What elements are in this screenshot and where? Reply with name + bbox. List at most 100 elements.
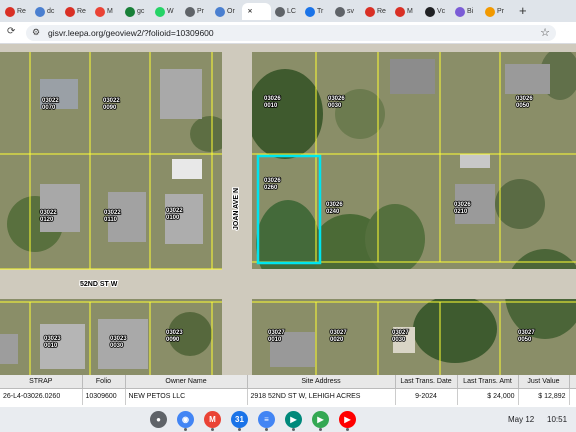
calendar-icon[interactable]: 31 xyxy=(231,411,248,428)
column-header[interactable]: Last Trans. Amt xyxy=(457,375,519,389)
new-tab-button[interactable]: + xyxy=(519,3,527,18)
column-header[interactable]: Last Trans. Date xyxy=(395,375,458,389)
globe-icon xyxy=(455,6,465,17)
tab-label: M xyxy=(407,8,413,15)
column-header[interactable]: Just Value xyxy=(518,375,570,389)
parcel-label: 03027 xyxy=(518,330,535,336)
whatsapp-icon xyxy=(155,6,165,17)
column-header[interactable]: Site Address xyxy=(247,375,396,389)
browser-tab[interactable]: Pr xyxy=(182,3,211,20)
table-cell: 10309600 xyxy=(82,388,126,405)
map-canvas[interactable]: JOAN AVE N 52ND ST W 0302200700302200900… xyxy=(0,44,576,375)
tab-label: Re xyxy=(17,8,26,15)
site-info-icon[interactable]: ⚙ xyxy=(32,27,40,38)
parcel-label: 03026 xyxy=(328,96,345,102)
browser-tab[interactable]: Re xyxy=(2,3,31,20)
attribute-table: STRAP Folio Owner Name Site Address Last Tra… xyxy=(0,375,576,407)
star-icon[interactable]: ☆ xyxy=(540,26,550,39)
browser-tab[interactable]: Tr xyxy=(302,3,331,20)
parcel-label: 0070 xyxy=(42,105,56,111)
document-icon xyxy=(305,6,315,17)
browser-tab[interactable]: Bi xyxy=(452,3,481,20)
parcel-label: 0260 xyxy=(264,185,278,191)
browser-tab[interactable]: Re xyxy=(362,3,391,20)
reload-icon[interactable]: ⟳ xyxy=(7,26,15,37)
tab-label: Bi xyxy=(467,8,474,15)
tab-label: sv xyxy=(347,8,354,15)
browser-toolbar: ⟳ ⚙ gisvr.leepa.org/geoview2/?folioid=10… xyxy=(0,22,576,44)
tab-label: W xyxy=(167,8,174,15)
parcel-label: 03026 xyxy=(264,96,281,102)
running-indicator xyxy=(292,428,295,431)
browser-tab[interactable]: Vc xyxy=(422,3,451,20)
launcher-icon[interactable]: ● xyxy=(150,411,167,428)
globe-icon xyxy=(35,6,45,17)
parcel-label: 0030 xyxy=(392,337,406,343)
browser-tab[interactable]: M xyxy=(392,3,421,20)
tab-label: gc xyxy=(137,8,145,15)
chrome-icon[interactable]: ◉ xyxy=(177,411,194,428)
play-store-icon[interactable]: ▶ xyxy=(312,411,329,428)
running-indicator xyxy=(238,428,241,431)
tab-label: Or xyxy=(227,8,235,15)
browser-tab[interactable]: ✕ xyxy=(242,3,271,20)
parcel-label: 03023 xyxy=(166,330,183,336)
url-text[interactable]: gisvr.leepa.org/geoview2/?folioid=103096… xyxy=(48,28,214,38)
youtube-icon[interactable]: ▶ xyxy=(339,411,356,428)
column-header[interactable]: Owner Name xyxy=(125,375,248,389)
parcel-label: 03026 xyxy=(454,202,471,208)
realtor-icon xyxy=(65,6,75,17)
close-icon: ✕ xyxy=(247,9,253,15)
docs-icon[interactable]: ≡ xyxy=(258,411,275,428)
table-cell: 9-2024 xyxy=(395,388,458,405)
browser-tab[interactable]: Pr xyxy=(482,3,511,20)
table-row[interactable]: 26-L4-03026.0260 10309600 NEW PETOS LLC 291… xyxy=(0,388,576,405)
globe-icon xyxy=(425,6,435,17)
parcel-label: 03027 xyxy=(392,330,409,336)
browser-tab[interactable]: W xyxy=(152,3,181,20)
parcel-label: 03022 xyxy=(104,210,121,216)
parcel-label: 0050 xyxy=(516,103,530,109)
date-text[interactable]: May 12 xyxy=(508,415,534,424)
parcel-label: 03026 xyxy=(326,202,343,208)
parcel-label: 03023 xyxy=(44,336,61,342)
table-cell: $ 24,000 xyxy=(457,388,519,405)
meet-icon[interactable]: ▶ xyxy=(285,411,302,428)
parcel-map[interactable]: JOAN AVE N 52ND ST W 03022 0070 03022 0090 0… xyxy=(0,44,576,375)
table-header-row: STRAP Folio Owner Name Site Address Last Tra… xyxy=(0,375,576,389)
address-bar[interactable]: ⚙ gisvr.leepa.org/geoview2/?folioid=1030… xyxy=(26,25,556,41)
street-label-52nd-st: 52ND ST W xyxy=(80,281,118,288)
parcel-label: 03023 xyxy=(110,336,127,342)
tab-label: M xyxy=(107,8,113,15)
globe-icon xyxy=(335,6,345,17)
browser-tab[interactable]: M xyxy=(92,3,121,20)
parcel-label: 0030 xyxy=(328,103,342,109)
browser-tab[interactable]: Re xyxy=(62,3,91,20)
table-cell: 26-L4-03026.0260 xyxy=(0,388,83,405)
realtor-icon xyxy=(395,6,405,17)
column-header[interactable]: Folio xyxy=(82,375,126,389)
browser-tab[interactable]: sv xyxy=(332,3,361,20)
column-header[interactable]: STRAP xyxy=(0,375,83,389)
column-header[interactable]: T xyxy=(569,375,576,389)
os-taskbar: May 12 10:51 ● ◉ M 31 ≡ ▶ ▶ ▶ xyxy=(0,407,576,432)
street-label-joan-ave: JOAN AVE N xyxy=(233,188,240,230)
browser-tab[interactable]: dc xyxy=(32,3,61,20)
lock-icon xyxy=(275,6,285,17)
parcel-label: 0240 xyxy=(326,209,340,215)
table-cell: NEW PETOS LLC xyxy=(125,388,248,405)
parcel-label: 03026 xyxy=(264,178,281,184)
gmail-icon[interactable]: M xyxy=(204,411,221,428)
browser-tab[interactable]: LC xyxy=(272,3,301,20)
parcel-label: 03022 xyxy=(40,210,57,216)
running-indicator xyxy=(346,428,349,431)
table-cell xyxy=(569,388,576,405)
clock-text[interactable]: 10:51 xyxy=(547,415,567,424)
parcel-label: 03022 xyxy=(166,208,183,214)
parcel-label: 0030 xyxy=(110,343,124,349)
browser-tab[interactable]: gc xyxy=(122,3,151,20)
parcel-label: 0210 xyxy=(454,209,468,215)
running-indicator xyxy=(184,428,187,431)
tab-label: Re xyxy=(377,8,386,15)
browser-tab[interactable]: Or xyxy=(212,3,241,20)
